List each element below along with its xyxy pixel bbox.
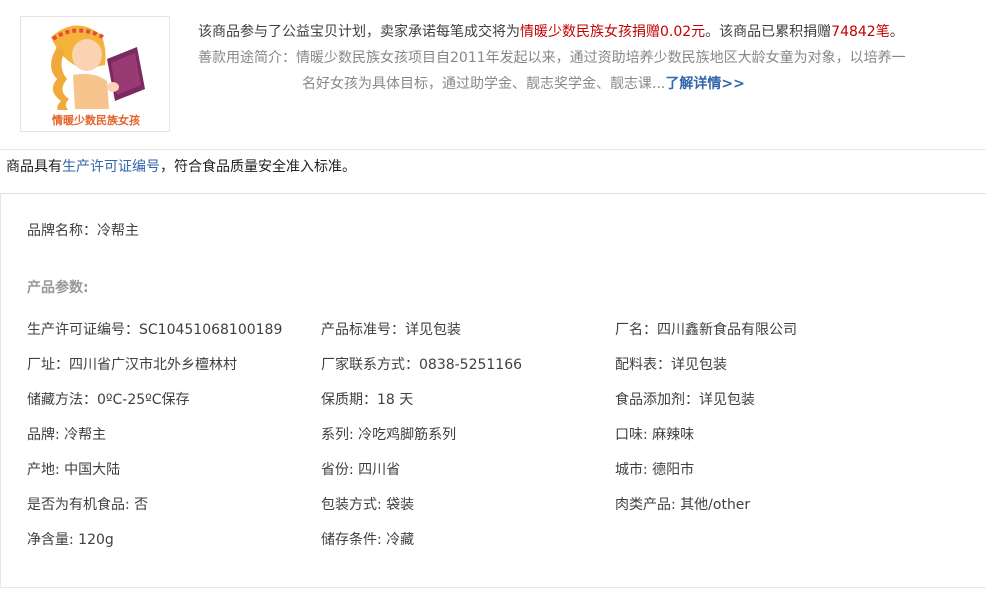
learn-more-link[interactable]: 了解详情>>: [665, 76, 744, 92]
charity-total-count: 74842笔: [831, 24, 890, 40]
license-notice: 商品具有生产许可证编号，符合食品质量安全准入标准。: [0, 150, 986, 194]
params-grid: 生产许可证编号：SC10451068100189 产品标准号：详见包装 厂名：四…: [27, 319, 967, 564]
license-prefix: 商品具有: [6, 159, 62, 175]
charity-intro-label: 善款用途简介：: [198, 50, 296, 66]
charity-intro-line2: 名好女孩为具体目标，通过助学金、靓志奖学金、靓志课...: [302, 76, 666, 92]
param-ingredients: 配料表：详见包装: [615, 357, 727, 373]
param-food-additives: 食品添加剂：详见包装: [615, 392, 755, 408]
param-flavor: 口味: 麻辣味: [615, 427, 695, 443]
charity-project-name: 情暖少数民族女孩: [520, 24, 632, 40]
charity-line1-mid: 。该商品已累积捐赠: [705, 24, 832, 40]
charity-line1-prefix: 该商品参与了公益宝贝计划，卖家承诺每笔成交将为: [198, 24, 520, 40]
charity-intro: 善款用途简介：情暖少数民族女孩项目自2011年发起以来，通过资助培养少数民族地区…: [198, 45, 958, 71]
param-shelf-life: 保质期：18 天: [321, 392, 414, 408]
param-standard-number: 产品标准号：详见包装: [321, 322, 461, 338]
param-organic: 是否为有机食品: 否: [27, 497, 149, 513]
logo-caption: 情暖少数民族女孩: [52, 113, 140, 127]
license-number-link[interactable]: 生产许可证编号: [62, 159, 160, 175]
param-storage-method: 储藏方法：0ºC-25ºC保存: [27, 392, 190, 408]
param-meat-type: 肉类产品: 其他/other: [615, 497, 751, 513]
charity-donate-label: 捐赠: [632, 24, 660, 40]
charity-intro-continued: 名好女孩为具体目标，通过助学金、靓志奖学金、靓志课...了解详情>>: [198, 71, 958, 97]
param-factory-name: 厂名：四川鑫新食品有限公司: [615, 322, 797, 338]
param-origin: 产地: 中国大陆: [27, 462, 121, 478]
product-params-panel: 品牌名称：冷帮主 产品参数: 生产许可证编号：SC10451068100189 …: [0, 194, 986, 588]
charity-intro-line1: 情暖少数民族女孩项目自2011年发起以来，通过资助培养少数民族地区大龄女童为对象…: [296, 50, 906, 66]
charity-donate-amount: 0.02元: [660, 24, 706, 40]
charity-line-1: 该商品参与了公益宝贝计划，卖家承诺每笔成交将为情暖少数民族女孩捐赠0.02元。该…: [198, 19, 958, 45]
param-province: 省份: 四川省: [321, 462, 401, 478]
charity-banner: 情暖少数民族女孩 该商品参与了公益宝贝计划，卖家承诺每笔成交将为情暖少数民族女孩…: [0, 0, 986, 150]
brand-name: 品牌名称：冷帮主: [27, 223, 139, 239]
charity-line1-end: 。: [889, 24, 904, 40]
param-net-weight: 净含量: 120g: [27, 532, 114, 548]
charity-logo[interactable]: 情暖少数民族女孩: [20, 16, 170, 132]
license-suffix: ，符合食品质量安全准入标准。: [160, 159, 356, 175]
charity-description: 该商品参与了公益宝贝计划，卖家承诺每笔成交将为情暖少数民族女孩捐赠0.02元。该…: [198, 19, 958, 97]
param-series: 系列: 冷吃鸡脚筋系列: [321, 427, 457, 443]
param-storage-condition: 储存条件: 冷藏: [321, 532, 415, 548]
param-license-number: 生产许可证编号：SC10451068100189: [27, 322, 283, 338]
param-packaging: 包装方式: 袋装: [321, 497, 415, 513]
girl-reading-illustration: 情暖少数民族女孩: [35, 25, 157, 128]
param-factory-contact: 厂家联系方式：0838-5251166: [321, 357, 523, 373]
params-section-title: 产品参数:: [27, 280, 89, 296]
param-brand: 品牌: 冷帮主: [27, 427, 107, 443]
param-city: 城市: 德阳市: [615, 462, 695, 478]
param-factory-address: 厂址：四川省广汉市北外乡檀林村: [27, 357, 237, 373]
